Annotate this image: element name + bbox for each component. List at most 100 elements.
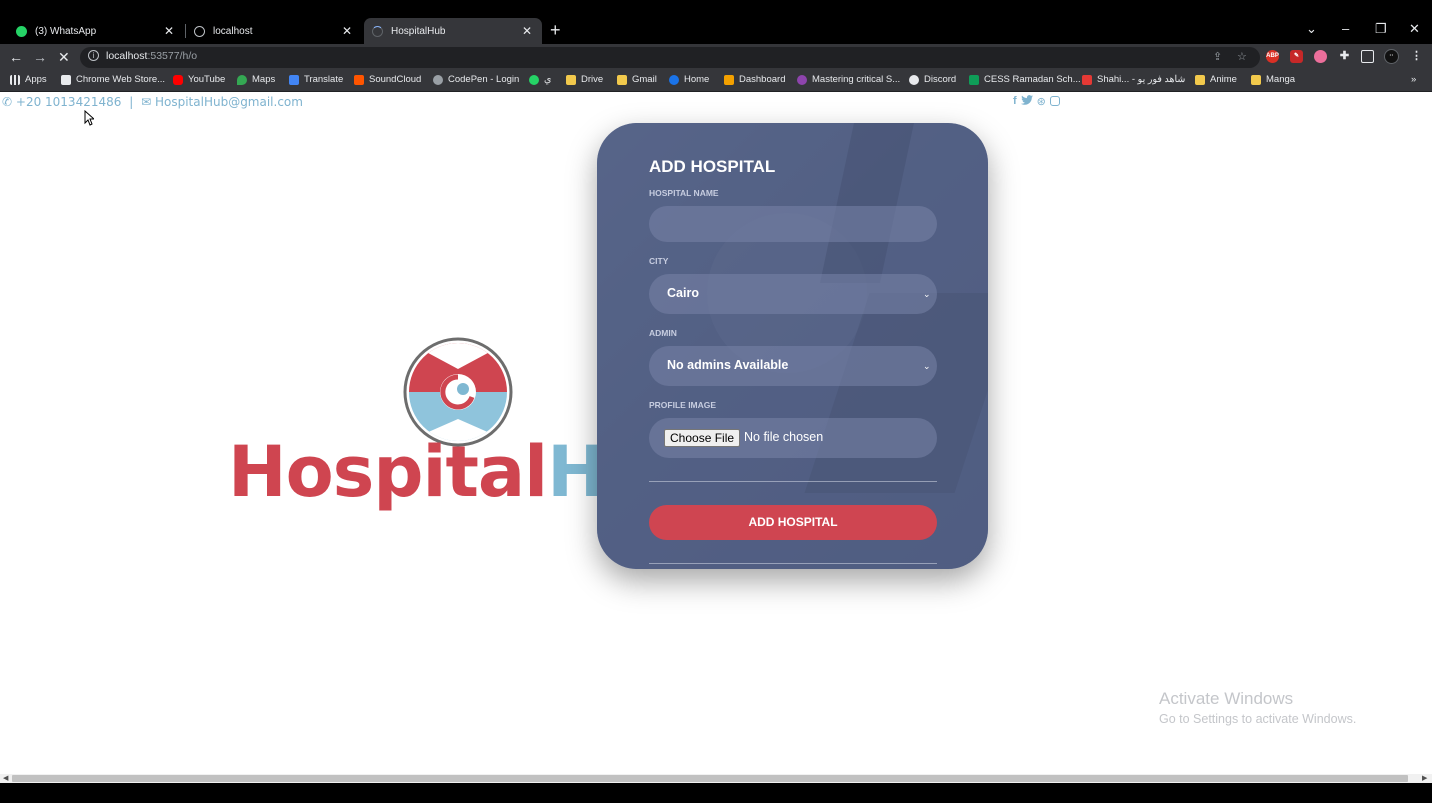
bookmark-cess[interactable]: CESS Ramadan Sch... <box>969 74 1081 85</box>
folder-icon <box>1251 74 1261 85</box>
bookmark-label: Translate <box>304 74 344 85</box>
url-host: localhost <box>106 50 148 62</box>
phone-number[interactable]: +20 1013421486 <box>16 95 122 109</box>
bookmark-discord[interactable]: Discord <box>909 74 956 85</box>
bookmark-mastering[interactable]: Mastering critical S... <box>797 74 900 85</box>
file-status-text: No file chosen <box>744 430 824 444</box>
sheets-icon <box>969 74 979 85</box>
profile-image-input[interactable]: Choose File No file chosen <box>649 418 937 458</box>
bookmark-apps[interactable]: Apps <box>10 74 47 85</box>
bookmark-anime[interactable]: Anime <box>1195 74 1237 85</box>
back-arrow-icon[interactable]: ← <box>9 48 23 66</box>
mouse-cursor-icon <box>84 110 94 126</box>
side-panel-icon[interactable] <box>1361 50 1374 63</box>
tab-search-icon[interactable]: ⌄ <box>1306 20 1317 38</box>
hospital-name-input[interactable] <box>649 206 937 242</box>
bookmark-shahid[interactable]: Shahi... - شاهد فور يو <box>1082 74 1185 85</box>
add-hospital-button[interactable]: ADD HOSPITAL <box>649 505 937 540</box>
close-icon[interactable]: ✕ <box>520 24 534 38</box>
address-bar[interactable]: i localhost:53577/h/o ⇪ ☆ <box>80 47 1260 68</box>
apps-grid-icon <box>10 74 20 85</box>
browser-tabstrip: (3) WhatsApp ✕ localhost ✕ HospitalHub ✕… <box>0 0 1432 44</box>
contact-bar: ✆ +20 1013421486 | ✉ HospitalHub@gmail.c… <box>2 95 303 109</box>
contact-separator: | <box>129 95 134 109</box>
folder-icon <box>1195 74 1205 85</box>
minimize-icon[interactable]: – <box>1342 20 1349 38</box>
window-close-icon[interactable]: ✕ <box>1409 20 1420 38</box>
bookmark-label: Drive <box>581 74 604 85</box>
url-path: :53577/h/o <box>147 50 198 62</box>
bookmark-label: Chrome Web Store... <box>76 74 166 85</box>
tab-label: localhost <box>213 25 253 37</box>
bookmark-star-icon[interactable]: ☆ <box>1237 50 1247 63</box>
bookmark-codepen[interactable]: CodePen - Login <box>433 74 519 85</box>
new-tab-button[interactable]: + <box>550 20 561 40</box>
url-text[interactable]: localhost:53577/h/o <box>106 50 197 62</box>
bookmark-home[interactable]: Home <box>669 74 709 85</box>
scrollbar-thumb[interactable] <box>12 775 1408 782</box>
bookmark-label: Home <box>684 74 710 85</box>
loading-icon <box>372 25 383 37</box>
scroll-right-arrow-icon[interactable]: ▶ <box>1422 774 1427 783</box>
phone-icon: ✆ <box>2 95 13 109</box>
bookmark-label: Gmail <box>632 74 657 85</box>
whatsapp-icon <box>16 25 27 37</box>
scroll-left-arrow-icon[interactable]: ◀ <box>3 774 8 783</box>
bookmark-maps[interactable]: Maps <box>237 74 275 85</box>
tab-label: (3) WhatsApp <box>35 25 97 37</box>
extensions-puzzle-icon[interactable]: ✚ <box>1338 50 1351 63</box>
chrome-web-store-icon <box>61 74 71 85</box>
bookmark-drive[interactable]: Drive <box>566 74 603 85</box>
bookmark-dashboard[interactable]: Dashboard <box>724 74 785 85</box>
bookmark-translate[interactable]: Translate <box>289 74 343 85</box>
bookmark-label: Manga <box>1266 74 1296 85</box>
profile-avatar-icon[interactable]: ·· <box>1384 49 1399 64</box>
bookmark-soundcloud[interactable]: SoundCloud <box>354 74 421 85</box>
mastering-icon <box>797 74 807 85</box>
close-icon[interactable]: ✕ <box>340 24 354 38</box>
city-selected-value: Cairo <box>667 286 699 300</box>
whatsapp-icon <box>529 74 539 85</box>
menu-kebab-icon[interactable]: ⋮ <box>1410 50 1423 63</box>
bookmark-label: YouTube <box>188 74 226 85</box>
tab-hospitalhub[interactable]: HospitalHub ✕ <box>364 18 542 44</box>
share-icon[interactable]: ⇪ <box>1213 50 1222 63</box>
instagram-icon[interactable] <box>1049 96 1060 106</box>
forward-arrow-icon[interactable]: → <box>33 48 47 66</box>
twitter-icon[interactable] <box>1020 95 1033 106</box>
tab-localhost[interactable]: localhost ✕ <box>186 18 362 44</box>
bookmark-label: SoundCloud <box>369 74 422 85</box>
extension-pink-icon[interactable] <box>1314 50 1327 63</box>
stop-loading-icon[interactable]: ✕ <box>58 48 70 66</box>
tab-whatsapp[interactable]: (3) WhatsApp ✕ <box>8 18 184 44</box>
choose-file-button[interactable]: Choose File <box>664 429 741 447</box>
bookmark-youtube[interactable]: YouTube <box>173 74 225 85</box>
dribbble-icon[interactable]: ⊛ <box>1037 95 1046 108</box>
site-info-icon[interactable]: i <box>88 50 99 61</box>
screen-bottom-edge <box>0 783 1432 803</box>
adblock-extension-icon[interactable]: ABP <box>1266 50 1279 63</box>
restore-icon[interactable]: ❐ <box>1375 20 1387 38</box>
bookmark-label: ي <box>544 74 552 85</box>
bookmark-label: Maps <box>252 74 276 85</box>
folder-icon <box>617 74 627 85</box>
bookmark-label: CESS Ramadan Sch... <box>984 74 1081 85</box>
bookmark-whatsapp[interactable]: ي <box>529 74 551 85</box>
bookmark-manga[interactable]: Manga <box>1251 74 1295 85</box>
pdf-extension-icon[interactable]: ✎ <box>1290 50 1303 63</box>
close-icon[interactable]: ✕ <box>162 24 176 38</box>
horizontal-scrollbar[interactable]: ◀ ▶ <box>0 774 1432 783</box>
admin-select[interactable]: No admins Available ⌄ <box>649 346 937 386</box>
email-link[interactable]: HospitalHub@gmail.com <box>155 95 303 109</box>
watermark-subtitle: Go to Settings to activate Windows. <box>1159 712 1357 726</box>
facebook-icon[interactable]: f <box>1013 95 1017 108</box>
browser-toolbar: ← → ✕ i localhost:53577/h/o ⇪ ☆ ABP ✎ ✚ … <box>0 44 1432 70</box>
city-select[interactable]: Cairo ⌄ <box>649 274 937 314</box>
bookmark-gmail[interactable]: Gmail <box>617 74 657 85</box>
bookmark-chrome-web-store[interactable]: Chrome Web Store... <box>61 74 165 85</box>
bookmarks-overflow-button[interactable]: » <box>1411 74 1416 85</box>
dashboard-icon <box>724 74 734 85</box>
bookmark-label: Shahi... - شاهد فور يو <box>1097 74 1186 85</box>
translate-icon <box>289 74 299 85</box>
form-divider <box>649 481 937 482</box>
